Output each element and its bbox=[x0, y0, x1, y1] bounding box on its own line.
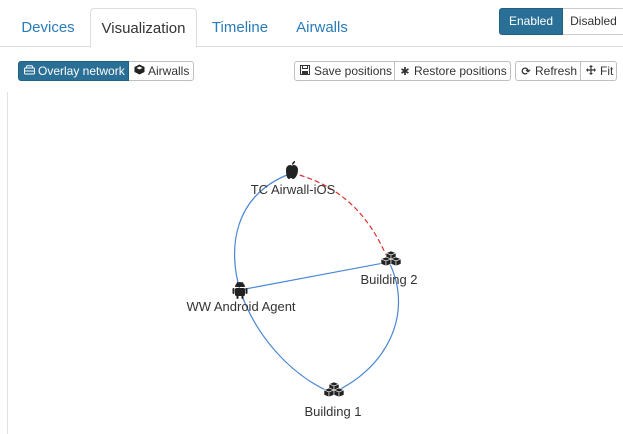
android-icon bbox=[232, 281, 248, 299]
node-building-1[interactable]: Building 1 bbox=[304, 381, 362, 419]
network-graph[interactable]: TC Airwall-iOS Building 2 WW Android Age… bbox=[0, 0, 623, 434]
node-label: Building 2 bbox=[360, 272, 417, 287]
node-label: TC Airwall-iOS bbox=[251, 182, 336, 197]
node-building-2[interactable]: Building 2 bbox=[360, 250, 418, 287]
apple-icon bbox=[286, 161, 298, 179]
building-cluster-icon bbox=[380, 250, 402, 267]
node-android[interactable]: WW Android Agent bbox=[186, 281, 296, 314]
node-label: WW Android Agent bbox=[186, 299, 295, 314]
building-cluster-icon bbox=[323, 381, 345, 398]
node-label: Building 1 bbox=[304, 404, 361, 419]
node-ios[interactable]: TC Airwall-iOS bbox=[251, 161, 336, 197]
